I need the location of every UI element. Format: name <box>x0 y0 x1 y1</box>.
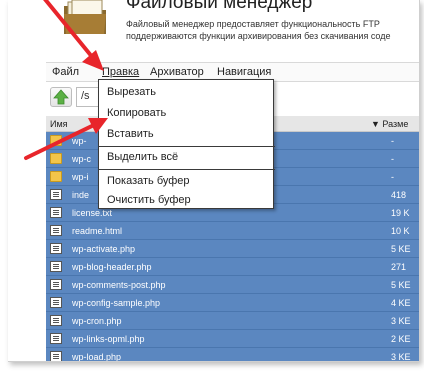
file-icon <box>50 207 62 218</box>
file-size: 418 <box>391 190 407 200</box>
file-icon <box>50 279 62 290</box>
folder-icon <box>50 153 62 164</box>
file-icon <box>50 297 62 308</box>
file-name: wp-comments-post.php <box>72 280 166 290</box>
file-icon <box>50 315 62 326</box>
file-size: 19 K <box>391 208 410 218</box>
file-icon <box>50 351 62 361</box>
menu-file[interactable]: Файл <box>52 66 79 78</box>
file-size: 3 KE <box>391 352 411 362</box>
description-line-1: Файловый менеджер предоставляет функцион… <box>126 19 380 29</box>
app-description: Файловый менеджер предоставляет функцион… <box>126 18 419 42</box>
file-icon <box>50 243 62 254</box>
column-size-header[interactable]: ▼ Разме <box>371 119 408 129</box>
file-size: - <box>391 172 394 182</box>
folder-icon <box>50 171 62 182</box>
file-name: wp-i <box>72 172 89 182</box>
table-row[interactable]: wp-comments-post.php 5 KE <box>46 276 419 294</box>
file-size: 2 KE <box>391 334 411 344</box>
menu-separator <box>99 169 275 170</box>
menu-edit[interactable]: Правка <box>102 66 139 78</box>
file-name: wp-config-sample.php <box>72 298 161 308</box>
file-size: 4 KE <box>391 298 411 308</box>
file-name: inde <box>72 190 90 200</box>
app-header: Файловый менеджер Файловый менеджер пред… <box>8 0 419 60</box>
page-title: Файловый менеджер <box>126 0 313 13</box>
file-size: - <box>391 136 394 146</box>
file-name: wp-activate.php <box>72 244 136 254</box>
table-row[interactable]: readme.html 10 K <box>46 222 419 240</box>
table-row[interactable]: wp-load.php 3 KE <box>46 348 419 362</box>
file-size: 10 K <box>391 226 410 236</box>
file-size: 5 KE <box>391 280 411 290</box>
file-name: wp-c <box>72 154 92 164</box>
file-name: wp- <box>72 136 87 146</box>
file-name: wp-load.php <box>72 352 122 362</box>
up-button[interactable] <box>50 87 72 107</box>
file-icon <box>50 225 62 236</box>
file-size: 5 KE <box>391 244 411 254</box>
table-row[interactable]: wp-config-sample.php 4 KE <box>46 294 419 312</box>
menu-item-cut[interactable]: Вырезать <box>107 86 156 98</box>
menu-archiver[interactable]: Архиватор <box>150 66 204 78</box>
menu-item-show-buffer[interactable]: Показать буфер <box>107 175 190 187</box>
file-size: - <box>391 154 394 164</box>
menu-separator <box>99 146 275 147</box>
file-icon <box>50 261 62 272</box>
file-name: wp-cron.php <box>72 316 122 326</box>
column-name-header[interactable]: Имя <box>50 119 68 129</box>
table-row[interactable]: wp-blog-header.php 271 <box>46 258 419 276</box>
file-size: 3 KE <box>391 316 411 326</box>
edit-menu-dropdown: Вырезать Копировать Вставить Выделить вс… <box>98 79 275 209</box>
file-name: wp-blog-header.php <box>72 262 152 272</box>
menu-item-clear-buffer[interactable]: Очистить буфер <box>107 194 191 206</box>
file-size: 271 <box>391 262 407 272</box>
file-icon <box>50 333 62 344</box>
folder-archive-icon <box>64 0 106 34</box>
menu-item-paste[interactable]: Вставить <box>107 128 154 140</box>
file-manager-window: Файловый менеджер Файловый менеджер пред… <box>8 0 420 362</box>
file-icon <box>50 189 62 200</box>
folder-icon <box>50 135 62 146</box>
file-name: readme.html <box>72 226 123 236</box>
menu-item-copy[interactable]: Копировать <box>107 107 166 119</box>
table-row[interactable]: wp-activate.php 5 KE <box>46 240 419 258</box>
file-name: wp-links-opml.php <box>72 334 145 344</box>
table-row[interactable]: wp-links-opml.php 2 KE <box>46 330 419 348</box>
arrow-up-icon <box>53 89 69 105</box>
description-line-2: поддерживаются функции архивирования без… <box>126 31 391 41</box>
menu-item-select-all[interactable]: Выделить всё <box>107 151 178 163</box>
file-name: license.txt <box>72 208 113 218</box>
table-row[interactable]: wp-cron.php 3 KE <box>46 312 419 330</box>
menu-navigation[interactable]: Навигация <box>217 66 271 78</box>
